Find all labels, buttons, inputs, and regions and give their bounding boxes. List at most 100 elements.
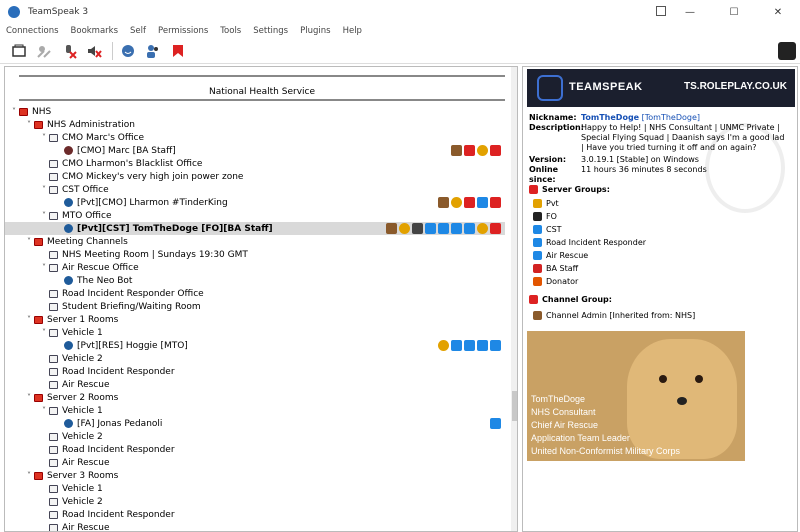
channel-row[interactable]: CMO Lharmon's Blacklist Office xyxy=(5,157,505,170)
channel-row[interactable]: Road Incident Responder Office xyxy=(5,287,505,300)
channel-row[interactable]: ˅ Server 3 Rooms xyxy=(5,469,505,482)
menu-permissions[interactable]: Permissions xyxy=(152,26,214,36)
group-badge-icon xyxy=(464,145,475,156)
channel-row[interactable]: ˅ NHS Administration xyxy=(5,118,505,131)
menu-bookmarks[interactable]: Bookmarks xyxy=(65,26,125,36)
chevron-down-icon[interactable]: ˅ xyxy=(39,406,49,415)
client-row[interactable]: [Pvt][RES] Hoggie [MTO] xyxy=(5,339,505,352)
client-row[interactable]: [Pvt][CMO] Lharmon #TinderKing xyxy=(5,196,505,209)
tree-label: Road Incident Responder xyxy=(62,366,175,377)
tree-label: [FA] Jonas Pedanoli xyxy=(77,418,163,429)
chevron-down-icon[interactable]: ˅ xyxy=(24,315,34,324)
maximize-button[interactable]: ☐ xyxy=(712,0,756,24)
channel-row[interactable]: ˅ Vehicle 1 xyxy=(5,326,505,339)
chevron-down-icon[interactable]: ˅ xyxy=(9,107,19,116)
spacer-line xyxy=(19,75,505,77)
channel-icon xyxy=(49,406,58,415)
server-group-name: Donator xyxy=(546,277,579,286)
server-icon[interactable] xyxy=(778,42,796,60)
tree-label: Vehicle 2 xyxy=(62,353,103,364)
menu-tools[interactable]: Tools xyxy=(214,26,247,36)
channel-row[interactable]: Vehicle 2 xyxy=(5,430,505,443)
menu-plugins[interactable]: Plugins xyxy=(294,26,336,36)
channel-row[interactable]: ˅ NHS xyxy=(5,105,505,118)
away-icon[interactable] xyxy=(117,41,139,61)
spacer-line xyxy=(19,99,505,101)
disconnect-icon[interactable] xyxy=(33,41,55,61)
group-badge-icon xyxy=(425,223,436,234)
pin-icon[interactable] xyxy=(656,6,666,16)
chevron-down-icon[interactable]: ˅ xyxy=(24,237,34,246)
chevron-down-icon[interactable]: ˅ xyxy=(39,263,49,272)
chevron-down-icon[interactable]: ˅ xyxy=(39,185,49,194)
group-badge-icon xyxy=(438,223,449,234)
connect-icon[interactable] xyxy=(8,41,30,61)
bookmarks-icon[interactable] xyxy=(167,41,189,61)
channel-row[interactable]: Road Incident Responder xyxy=(5,443,505,456)
channel-row[interactable]: ˅ Air Rescue Office xyxy=(5,261,505,274)
channel-icon xyxy=(49,497,58,506)
channel-row[interactable]: ˅ Meeting Channels xyxy=(5,235,505,248)
channel-row[interactable]: ˅ CST Office xyxy=(5,183,505,196)
server-group-item: FO xyxy=(533,210,646,223)
channel-icon xyxy=(34,237,43,246)
teamspeak-app-icon xyxy=(8,6,20,18)
nickname-value[interactable]: TomTheDoge xyxy=(581,113,639,122)
channel-row[interactable]: Vehicle 1 xyxy=(5,482,505,495)
minimize-button[interactable]: — xyxy=(668,0,712,24)
server-group-item: Air Rescue xyxy=(533,249,646,262)
channel-icon xyxy=(49,289,58,298)
chevron-down-icon[interactable]: ˅ xyxy=(39,211,49,220)
channel-row[interactable]: Student Briefing/Waiting Room xyxy=(5,300,505,313)
mute-speaker-icon[interactable] xyxy=(83,41,105,61)
tree-label: CST Office xyxy=(62,184,109,195)
close-button[interactable]: ✕ xyxy=(756,0,800,24)
client-row[interactable]: [CMO] Marc [BA Staff] xyxy=(5,144,505,157)
client-row[interactable]: The Neo Bot xyxy=(5,274,505,287)
tree-label: Air Rescue xyxy=(62,522,110,532)
channel-row[interactable]: ˅ Vehicle 1 xyxy=(5,404,505,417)
group-badge-icon xyxy=(464,340,475,351)
channel-row[interactable]: Vehicle 2 xyxy=(5,495,505,508)
nickname-alt[interactable]: [TomTheDoge] xyxy=(642,113,700,122)
channel-row[interactable]: Air Rescue xyxy=(5,456,505,469)
menu-help[interactable]: Help xyxy=(337,26,368,36)
scrollbar-thumb[interactable] xyxy=(512,391,517,421)
avatar: TomTheDoge NHS Consultant Chief Air Resc… xyxy=(527,331,745,461)
server-group-name: Pvt xyxy=(546,199,559,208)
tree-label: [CMO] Marc [BA Staff] xyxy=(77,145,176,156)
client-row[interactable]: [FA] Jonas Pedanoli xyxy=(5,417,505,430)
chevron-down-icon[interactable]: ˅ xyxy=(24,471,34,480)
tree-label: Road Incident Responder Office xyxy=(62,288,204,299)
channel-row[interactable]: ˅ Server 1 Rooms xyxy=(5,313,505,326)
menu-connections[interactable]: Connections xyxy=(0,26,65,36)
channel-row[interactable]: Air Rescue xyxy=(5,521,505,532)
chevron-down-icon[interactable]: ˅ xyxy=(24,120,34,129)
tree-label: MTO Office xyxy=(62,210,112,221)
chevron-down-icon[interactable]: ˅ xyxy=(39,133,49,142)
channel-row[interactable]: Road Incident Responder xyxy=(5,508,505,521)
server-banner[interactable]: TEAMSPEAK TS.ROLEPLAY.CO.UK xyxy=(527,69,795,107)
channel-row[interactable]: ˅ CMO Marc's Office xyxy=(5,131,505,144)
tree-label: Air Rescue Office xyxy=(62,262,139,273)
channel-row[interactable]: ˅ Server 2 Rooms xyxy=(5,391,505,404)
toolbar xyxy=(0,38,800,64)
channel-row[interactable]: ˅ MTO Office xyxy=(5,209,505,222)
channel-row[interactable]: Road Incident Responder xyxy=(5,365,505,378)
channel-row[interactable]: NHS Meeting Room | Sundays 19:30 GMT xyxy=(5,248,505,261)
menu-settings[interactable]: Settings xyxy=(247,26,294,36)
contacts-icon[interactable] xyxy=(142,41,164,61)
client-row[interactable]: [Pvt][CST] TomTheDoge [FO][BA Staff] xyxy=(5,222,505,235)
menu-self[interactable]: Self xyxy=(124,26,152,36)
channel-row[interactable]: Air Rescue xyxy=(5,378,505,391)
channel-row[interactable]: CMO Mickey's very high join power zone xyxy=(5,170,505,183)
mute-mic-icon[interactable] xyxy=(58,41,80,61)
channel-icon xyxy=(34,120,43,129)
chevron-down-icon[interactable]: ˅ xyxy=(39,328,49,337)
channel-row[interactable]: Vehicle 2 xyxy=(5,352,505,365)
tree-label: Road Incident Responder xyxy=(62,444,175,455)
server-group-icon xyxy=(533,212,542,221)
tree-scrollbar[interactable] xyxy=(511,67,517,531)
chevron-down-icon[interactable]: ˅ xyxy=(24,393,34,402)
spacer-title: National Health Service xyxy=(208,87,316,97)
